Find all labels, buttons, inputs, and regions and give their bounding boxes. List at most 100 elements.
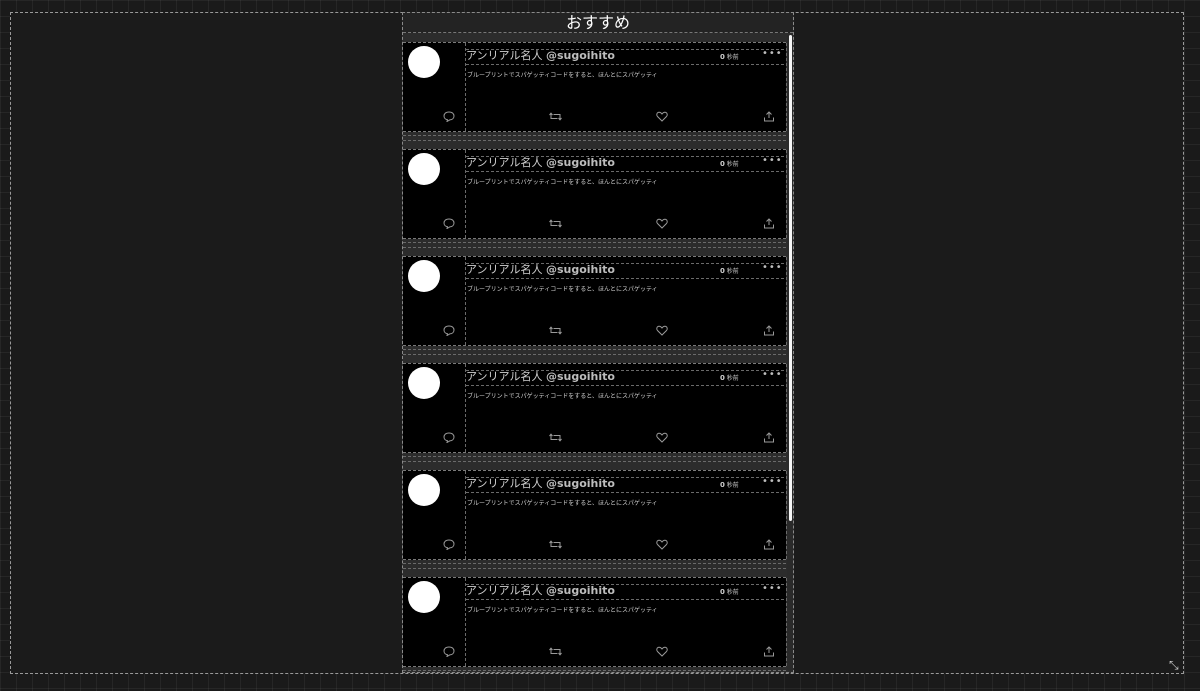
time-unit: 秒前 xyxy=(726,375,739,382)
more-options-icon[interactable]: ••• xyxy=(762,154,783,168)
post-time: 0 秒前 xyxy=(720,157,739,172)
repost-icon[interactable] xyxy=(549,646,563,658)
post-card[interactable]: アンリアル名人 @sugoihito 0 秒前 ••• ブループリントでスパゲッ… xyxy=(403,363,787,462)
avatar[interactable] xyxy=(408,153,440,185)
post-card[interactable]: アンリアル名人 @sugoihito 0 秒前 ••• ブループリントでスパゲッ… xyxy=(403,42,787,141)
time-value: 0 xyxy=(720,160,725,168)
time-value: 0 xyxy=(720,267,725,275)
reply-icon[interactable] xyxy=(443,325,457,337)
post-time: 0 秒前 xyxy=(720,371,739,386)
user-handle: @sugoihito xyxy=(545,477,615,490)
user-handle: @sugoihito xyxy=(545,584,615,597)
author-name[interactable]: アンリアル名人 @sugoihito xyxy=(466,156,615,170)
share-icon[interactable] xyxy=(763,539,777,551)
user-handle: @sugoihito xyxy=(545,49,615,62)
avatar[interactable] xyxy=(408,581,440,613)
user-handle: @sugoihito xyxy=(545,263,615,276)
author-name[interactable]: アンリアル名人 @sugoihito xyxy=(466,584,615,598)
display-name: アンリアル名人 xyxy=(466,49,543,62)
post-content: アンリアル名人 @sugoihito 0 秒前 ••• ブループリントでスパゲッ… xyxy=(443,150,787,238)
post-time: 0 秒前 xyxy=(720,264,739,279)
post-header: アンリアル名人 @sugoihito 0 秒前 ••• xyxy=(466,154,784,172)
like-icon[interactable] xyxy=(656,539,670,551)
time-value: 0 xyxy=(720,53,725,61)
avatar[interactable] xyxy=(408,260,440,292)
share-icon[interactable] xyxy=(763,432,777,444)
post-header: アンリアル名人 @sugoihito 0 秒前 ••• xyxy=(466,582,784,600)
post-content: アンリアル名人 @sugoihito 0 秒前 ••• ブループリントでスパゲッ… xyxy=(443,43,787,131)
time-unit: 秒前 xyxy=(726,268,739,275)
post-header: アンリアル名人 @sugoihito 0 秒前 ••• xyxy=(466,368,784,386)
repost-icon[interactable] xyxy=(549,539,563,551)
more-options-icon[interactable]: ••• xyxy=(762,368,783,382)
repost-icon[interactable] xyxy=(549,325,563,337)
avatar[interactable] xyxy=(408,474,440,506)
post-card[interactable]: アンリアル名人 @sugoihito 0 秒前 ••• ブループリントでスパゲッ… xyxy=(403,470,787,569)
display-name: アンリアル名人 xyxy=(466,156,543,169)
post-card[interactable]: アンリアル名人 @sugoihito 0 秒前 ••• ブループリントでスパゲッ… xyxy=(403,149,787,248)
reply-icon[interactable] xyxy=(443,539,457,551)
time-value: 0 xyxy=(720,374,725,382)
user-handle: @sugoihito xyxy=(545,370,615,383)
time-unit: 秒前 xyxy=(726,54,739,61)
post-card[interactable]: アンリアル名人 @sugoihito 0 秒前 ••• ブループリントでスパゲッ… xyxy=(403,577,787,672)
post-text: ブループリントでスパゲッティコードをすると、ほんとにスパゲッティ xyxy=(467,607,658,614)
display-name: アンリアル名人 xyxy=(466,370,543,383)
author-name[interactable]: アンリアル名人 @sugoihito xyxy=(466,263,615,277)
share-icon[interactable] xyxy=(763,111,777,123)
like-icon[interactable] xyxy=(656,432,670,444)
repost-icon[interactable] xyxy=(549,111,563,123)
timeline-feed: おすすめ アンリアル名人 @sugoihito 0 秒前 ••• ブループリント… xyxy=(402,12,794,673)
post-time: 0 秒前 xyxy=(720,585,739,600)
feed-title: おすすめ xyxy=(403,13,793,33)
avatar[interactable] xyxy=(408,46,440,78)
share-icon[interactable] xyxy=(763,325,777,337)
reply-icon[interactable] xyxy=(443,218,457,230)
post-header: アンリアル名人 @sugoihito 0 秒前 ••• xyxy=(466,261,784,279)
avatar[interactable] xyxy=(408,367,440,399)
post-text: ブループリントでスパゲッティコードをすると、ほんとにスパゲッティ xyxy=(467,393,658,400)
scrollbar[interactable] xyxy=(787,35,793,671)
post-header: アンリアル名人 @sugoihito 0 秒前 ••• xyxy=(466,47,784,65)
like-icon[interactable] xyxy=(656,218,670,230)
author-name[interactable]: アンリアル名人 @sugoihito xyxy=(466,477,615,491)
reply-icon[interactable] xyxy=(443,646,457,658)
display-name: アンリアル名人 xyxy=(466,263,543,276)
post-content: アンリアル名人 @sugoihito 0 秒前 ••• ブループリントでスパゲッ… xyxy=(443,578,787,666)
post-content: アンリアル名人 @sugoihito 0 秒前 ••• ブループリントでスパゲッ… xyxy=(443,471,787,559)
repost-icon[interactable] xyxy=(549,218,563,230)
reply-icon[interactable] xyxy=(443,111,457,123)
resize-icon[interactable]: ⤡ xyxy=(1169,659,1181,671)
time-value: 0 xyxy=(720,588,725,596)
time-unit: 秒前 xyxy=(726,482,739,489)
post-text: ブループリントでスパゲッティコードをすると、ほんとにスパゲッティ xyxy=(467,500,658,507)
post-text: ブループリントでスパゲッティコードをすると、ほんとにスパゲッティ xyxy=(467,286,658,293)
author-name[interactable]: アンリアル名人 @sugoihito xyxy=(466,370,615,384)
more-options-icon[interactable]: ••• xyxy=(762,475,783,489)
reply-icon[interactable] xyxy=(443,432,457,444)
post-content: アンリアル名人 @sugoihito 0 秒前 ••• ブループリントでスパゲッ… xyxy=(443,364,787,452)
time-unit: 秒前 xyxy=(726,589,739,596)
post-time: 0 秒前 xyxy=(720,50,739,65)
like-icon[interactable] xyxy=(656,646,670,658)
like-icon[interactable] xyxy=(656,325,670,337)
post-header: アンリアル名人 @sugoihito 0 秒前 ••• xyxy=(466,475,784,493)
post-content: アンリアル名人 @sugoihito 0 秒前 ••• ブループリントでスパゲッ… xyxy=(443,257,787,345)
post-text: ブループリントでスパゲッティコードをすると、ほんとにスパゲッティ xyxy=(467,72,658,79)
time-value: 0 xyxy=(720,481,725,489)
more-options-icon[interactable]: ••• xyxy=(762,582,783,596)
post-list: アンリアル名人 @sugoihito 0 秒前 ••• ブループリントでスパゲッ… xyxy=(403,42,787,672)
scrollbar-thumb[interactable] xyxy=(789,35,792,521)
display-name: アンリアル名人 xyxy=(466,477,543,490)
author-name[interactable]: アンリアル名人 @sugoihito xyxy=(466,49,615,63)
share-icon[interactable] xyxy=(763,218,777,230)
user-handle: @sugoihito xyxy=(545,156,615,169)
post-time: 0 秒前 xyxy=(720,478,739,493)
like-icon[interactable] xyxy=(656,111,670,123)
more-options-icon[interactable]: ••• xyxy=(762,47,783,61)
post-card[interactable]: アンリアル名人 @sugoihito 0 秒前 ••• ブループリントでスパゲッ… xyxy=(403,256,787,355)
post-text: ブループリントでスパゲッティコードをすると、ほんとにスパゲッティ xyxy=(467,179,658,186)
share-icon[interactable] xyxy=(763,646,777,658)
more-options-icon[interactable]: ••• xyxy=(762,261,783,275)
repost-icon[interactable] xyxy=(549,432,563,444)
